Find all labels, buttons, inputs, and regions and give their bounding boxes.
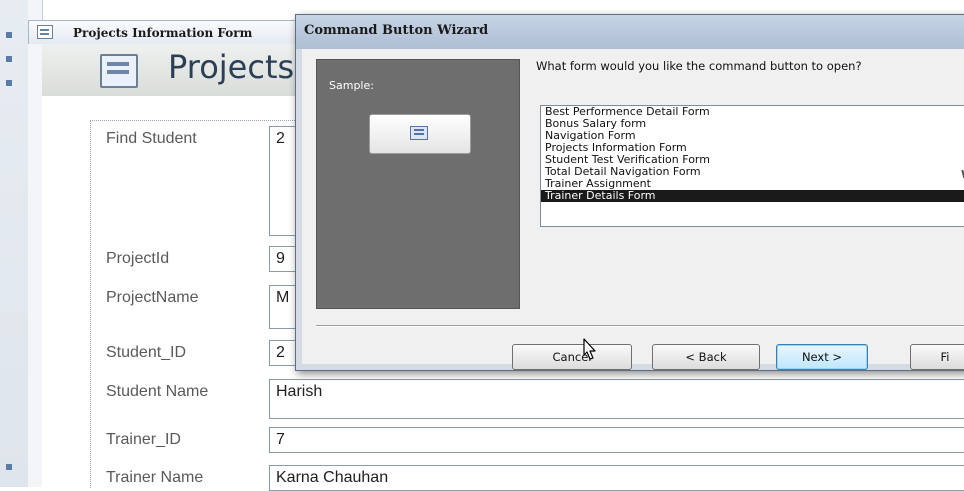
cancel-button[interactable]: Cancel [512,344,632,370]
sample-button-preview [369,114,471,154]
field-label-student-name: Student Name [106,383,209,400]
dialog-client-area: Sample: What form would you like the com… [302,49,964,370]
trainer-id-field[interactable]: 7 [269,427,964,453]
document-tab-label: Projects Information Form [73,26,253,40]
next-button[interactable]: Next > [776,344,868,370]
navigation-pane-strip[interactable] [0,0,29,487]
field-label-trainer-id: Trainer_ID [106,431,181,448]
form-icon [37,25,53,39]
document-tab[interactable]: Projects Information Form [28,20,298,44]
field-label-project-name: ProjectName [106,289,199,306]
nav-item-icon[interactable] [6,464,12,470]
student-name-field[interactable]: Harish [269,379,964,419]
dialog-separator [316,325,964,327]
nav-expand-icon[interactable] [6,32,12,38]
navigation-scrollbar[interactable] [28,0,43,487]
command-button-wizard-dialog: Command Button Wizard Sample: What form … [295,14,964,371]
field-label-student-id: Student_ID [106,344,187,361]
form-listbox[interactable]: Best Performence Detail Form Bonus Salar… [540,105,964,227]
finish-button[interactable]: Fi [910,344,964,370]
form-icon [100,54,138,88]
sample-label: Sample: [329,79,374,92]
dialog-titlebar[interactable]: Command Button Wizard [296,15,964,49]
wizard-question: What form would you like the command but… [536,59,862,73]
sample-preview-panel: Sample: [316,59,520,309]
trainer-name-field[interactable]: Karna Chauhan [269,465,964,491]
form-icon [410,126,428,140]
list-item-selected[interactable]: Trainer Details Form [541,190,964,202]
dialog-title: Command Button Wizard [304,23,489,38]
nav-item-icon[interactable] [6,56,12,62]
field-label-trainer-name: Trainer Name [106,469,204,486]
field-label-project-id: ProjectId [106,250,170,267]
nav-item-icon[interactable] [6,80,12,86]
field-label-find-student: Find Student [106,130,197,147]
back-button[interactable]: < Back [652,344,760,370]
mouse-cursor-icon [583,338,596,360]
